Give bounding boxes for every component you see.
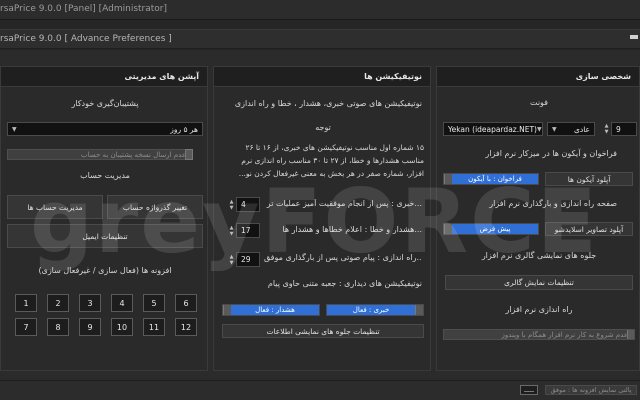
upload-icons-button[interactable]: آپلود آیکون ها [545,172,633,186]
plugin-key[interactable]: 6 [175,294,197,312]
toggle-knob [415,305,423,315]
plugin-key[interactable]: 8 [47,318,69,336]
backup-send-label: عدم ارسال نسخه پشتیبان به حساب [81,150,186,159]
font-style-value: عادی [574,124,590,134]
warning-sound-stepper[interactable]: ▲ ▼ 17 [230,223,260,238]
backup-section-title: پشتیبان‌گیری خودکار [71,99,139,108]
font-select-value: Yekan (ideapardaz.NET) [448,124,537,134]
toggle-knob [444,224,452,234]
startup-toggle-label: عدم شروع به کار نرم افزار همگام با ویندو… [501,330,628,339]
toggle-knob [223,305,231,315]
manage-accounts-button[interactable]: مدیریت حساب ها [7,195,103,219]
startup-sound-stepper[interactable]: ▲ ▼ 29 [230,252,260,267]
notifications-intro: نوتیفیکیشن های صوتی خبری، هشدار ، خطا و … [234,99,422,108]
plugin-key[interactable]: 4 [111,294,133,312]
chevron-down-icon: ▼ [12,125,17,133]
stepper-arrows-icon[interactable]: ▲ ▼ [227,224,236,237]
window-titlebar: rsaPrice 9.0.0 [Panel] [Administrator] [0,0,640,20]
visual-notifications-title: نوتیفیکیشن های دیداری : جعبه متنی حاوی پ… [267,279,422,288]
window-title: rsaPrice 9.0.0 [Panel] [Administrator] [0,4,168,14]
notifications-panel: نوتیفیکیشن ها نوتیفیکیشن های صوتی خبری، … [213,66,431,371]
font-select[interactable]: Yekan (ideapardaz.NET) ▼ [443,122,543,136]
toggle-knob [627,330,634,339]
plugin-key[interactable]: 7 [15,318,37,336]
dialog-title: rsaPrice 9.0.0 [ Advance Preferences ] [0,34,172,44]
gallery-settings-button[interactable]: تنظیمات نمایش گالری [445,275,633,290]
warning-visual-toggle[interactable]: هشدار : فعال [222,304,320,316]
plugin-keys-grid: 1 2 3 4 5 6 7 8 9 10 11 12 [15,294,197,336]
news-sound-label: خبری : پس از انجام موفقیت آمیز عملیات تر… [266,199,422,208]
startup-sound-label: راه اندازی : پیام صوتی پس از بارگذاری مو… [264,253,422,262]
startup-toggle[interactable]: عدم شروع به کار نرم افزار همگام با ویندو… [443,329,635,340]
plugin-key[interactable]: 10 [111,318,133,336]
plugin-key[interactable]: 5 [143,294,165,312]
plugin-key[interactable]: 11 [143,318,165,336]
chevron-down-icon: ▼ [552,125,557,133]
account-section-title: مدیریت حساب [80,171,130,180]
minimize-icon[interactable] [630,35,638,39]
desk-toggle[interactable]: فراخوان : با آیکون [443,173,539,185]
upload-slides-button[interactable]: آپلود تصاویر اسلایدشو [545,222,633,236]
personalization-panel: شخصی سازی فونت Yekan (ideapardaz.NET) ▼ … [436,66,640,371]
management-panel: آپشن های مدیریتی پشتیبان‌گیری خودکار ▼ ه… [0,66,208,371]
display-section-title: جلوه های نمایشی گالری نرم افزار [481,251,597,260]
plugins-section-title: افزونه ها (فعال سازی / غیرفعال سازی) [38,266,172,275]
startup-section-title: راه اندازی نرم افزار [505,305,573,314]
change-password-button[interactable]: تغییر گذرواژه حساب [107,195,203,219]
toggle-knob[interactable] [185,149,193,160]
font-size-stepper[interactable]: ▲ ▼ 9 [605,122,637,136]
statusbar [0,380,640,400]
chevron-down-icon: ▼ [536,125,542,133]
plugin-key[interactable]: 1 [15,294,37,312]
backup-send-toggle[interactable]: عدم ارسال نسخه پشتیبان به حساب [7,149,193,160]
plugin-key[interactable]: 12 [175,318,197,336]
page-section-title: صفحه راه اندازی و بارگذاری نرم افزار [489,199,617,208]
page-toggle[interactable]: پیش فرض [443,223,539,235]
font-style-select[interactable]: ▼ عادی [547,122,595,136]
page-toggle-label: پیش فرض [452,224,538,234]
news-sound-stepper[interactable]: ▲ ▼ 4 [230,197,260,212]
backup-interval-value: هر ۵ روز [170,124,198,134]
keyboard-icon[interactable] [520,385,538,395]
warning-sound-label: هشدار و خطا : اعلام خطاها و هشدار ها... [282,225,422,234]
startup-sound-value: 29 [241,255,251,264]
desk-section-title: فراخوان و آیکون ها در میزکار نرم افزار [485,149,617,158]
plugin-key[interactable]: 9 [79,318,101,336]
warning-sound-value: 17 [241,226,251,235]
notifications-header: نوتیفیکیشن ها [214,67,430,87]
statusbar-note: پالتی نمایش افزونه ها : موفق [545,385,637,395]
dialog-titlebar: rsaPrice 9.0.0 [ Advance Preferences ] [0,29,640,49]
font-label: فونت [529,98,549,107]
note-text: ۱۵ شماره اول مناسب نوتیفیکیشن های خبری، … [224,141,424,187]
desk-toggle-label: فراخوان : با آیکون [452,174,538,184]
notification-display-settings-button[interactable]: تنظیمات جلوه های نمایشی اطلاعات [222,324,424,338]
plugin-key[interactable]: 2 [47,294,69,312]
stepper-arrows-icon[interactable]: ▲ ▼ [227,253,236,266]
backup-interval-select[interactable]: ▼ هر ۵ روز [7,122,203,136]
personalization-header: شخصی سازی [437,67,639,87]
stepper-arrows-icon[interactable]: ▲ ▼ [227,198,236,211]
font-size-value: 9 [616,124,621,134]
news-sound-value: 4 [241,200,246,209]
stepper-arrows-icon[interactable]: ▲ ▼ [602,123,611,135]
management-header: آپشن های مدیریتی [1,67,207,87]
warning-visual-label: هشدار : فعال [231,305,319,315]
note-title: توجه [315,123,331,132]
plugin-key[interactable]: 3 [79,294,101,312]
news-visual-label: خبری : فعال [327,305,415,315]
email-settings-button[interactable]: تنظیمات ایمیل [7,224,203,248]
toggle-knob [444,174,452,184]
news-visual-toggle[interactable]: خبری : فعال [326,304,424,316]
